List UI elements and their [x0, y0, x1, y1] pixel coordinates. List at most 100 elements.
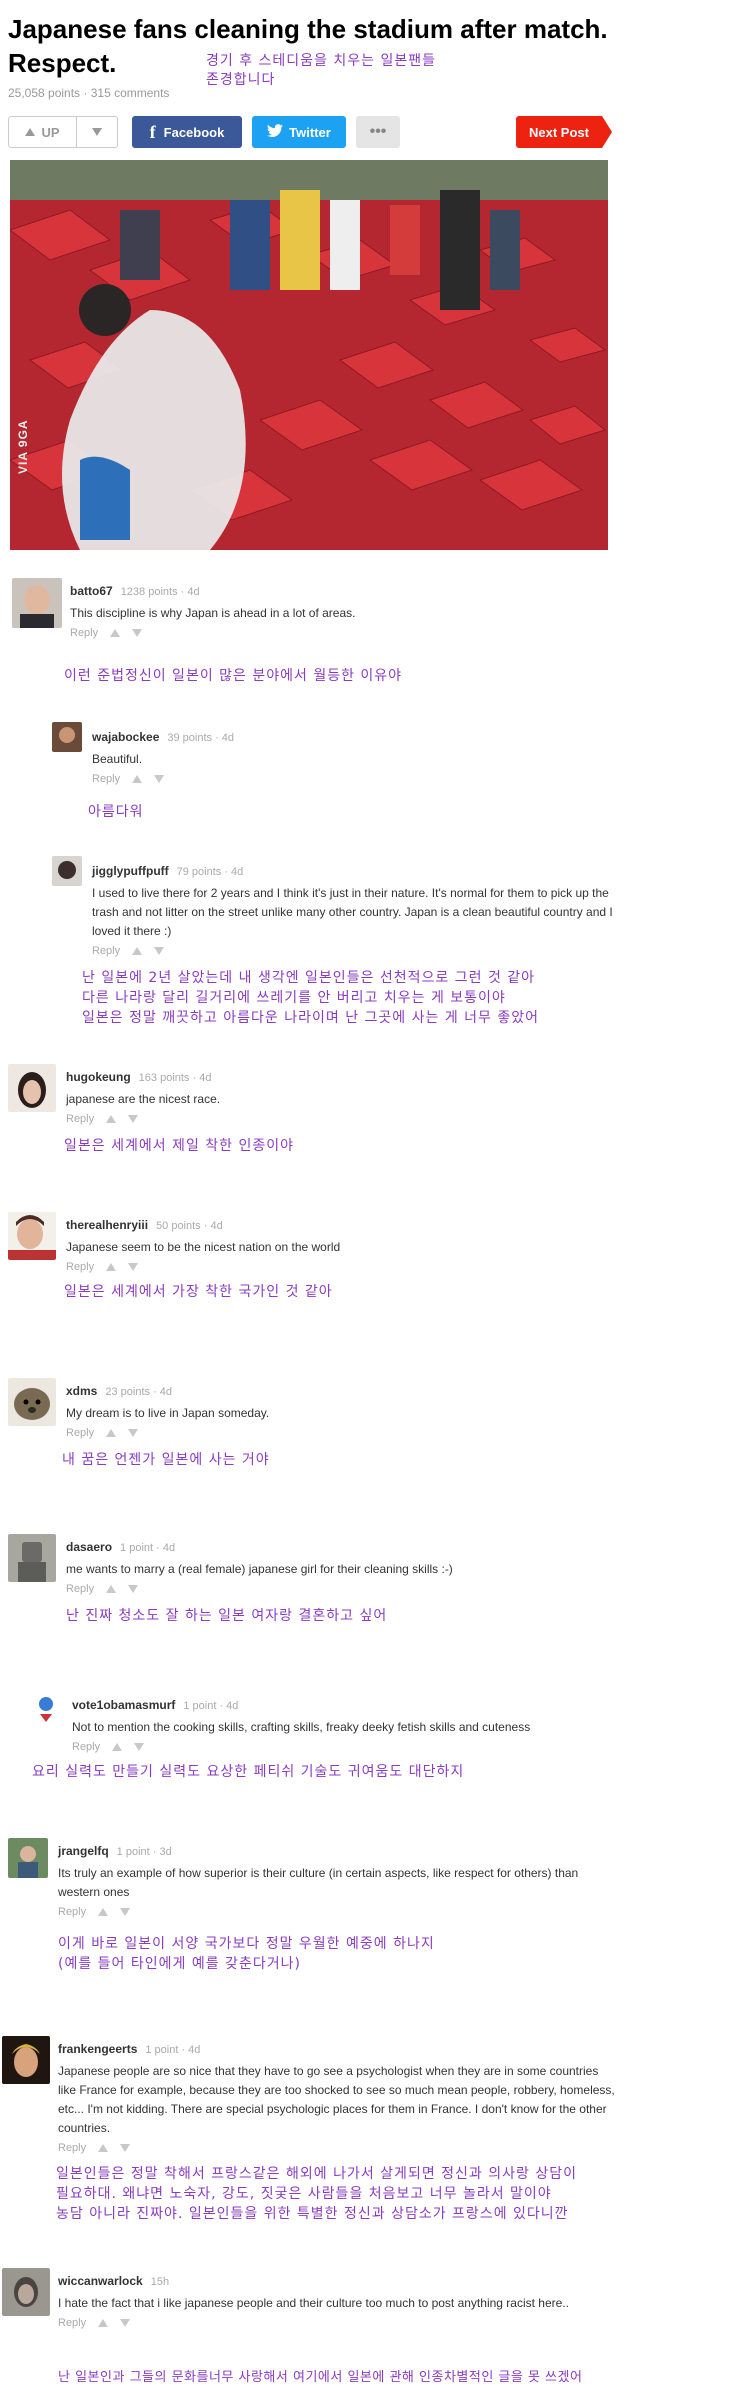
comment-meta: 50 points · 4d: [156, 1220, 223, 1232]
comment-text: I hate the fact that i like japanese peo…: [58, 2296, 569, 2310]
comment-translation: 요리 실력도 만들기 실력도 요상한 페티쉬 기술도 귀여움도 대단하지: [32, 1764, 465, 1780]
user-avatar[interactable]: [32, 1692, 62, 1722]
downvote-arrow-icon[interactable]: [120, 2319, 131, 2327]
downvote-arrow-icon[interactable]: [154, 947, 165, 955]
user-avatar[interactable]: [2, 2036, 50, 2084]
downvote-arrow-icon[interactable]: [134, 1743, 145, 1751]
comment-meta: 163 points · 4d: [138, 1072, 212, 1084]
comment-text: Japanese seem to be the nicest nation on…: [66, 1240, 341, 1254]
upvote-arrow-icon[interactable]: [98, 1908, 109, 1916]
comment-username[interactable]: jigglypuffpuff: [92, 864, 169, 878]
reply-link[interactable]: Reply: [66, 1583, 94, 1595]
downvote-arrow-icon[interactable]: [128, 1429, 139, 1437]
comment-text: me wants to marry a (real female) japane…: [66, 1562, 453, 1576]
comment-username[interactable]: dasaero: [66, 1540, 112, 1554]
upvote-arrow-icon[interactable]: [106, 1263, 117, 1271]
user-avatar[interactable]: [52, 856, 82, 886]
downvote-button[interactable]: [76, 116, 118, 148]
reply-link[interactable]: Reply: [70, 627, 98, 639]
user-avatar[interactable]: [12, 578, 62, 628]
twitter-share-button[interactable]: Twitter: [252, 116, 346, 148]
comment-translation: 일본인들은 정말 착해서 프랑스같은 해외에 나가서 살게되면 정신과 의사랑 …: [56, 2166, 577, 2222]
comment-username[interactable]: frankengeerts: [58, 2042, 137, 2056]
comment-username[interactable]: hugokeung: [66, 1070, 131, 1084]
comment-meta: 1 point · 4d: [120, 1542, 176, 1554]
comment-text: Not to mention the cooking skills, craft…: [72, 1720, 531, 1734]
next-post-button[interactable]: Next Post: [516, 116, 602, 148]
comment-text: My dream is to live in Japan someday.: [66, 1406, 270, 1420]
comment-meta: 1238 points · 4d: [120, 586, 200, 598]
reply-link[interactable]: Reply: [58, 1906, 86, 1918]
downvote-arrow-icon[interactable]: [120, 2144, 131, 2152]
comment-username[interactable]: xdms: [66, 1384, 97, 1398]
comment-translation: 일본은 세계에서 제일 착한 인종이야: [64, 1138, 294, 1154]
upvote-arrow-icon[interactable]: [106, 1585, 117, 1593]
user-avatar[interactable]: [8, 1838, 48, 1878]
comment-translation: 난 진짜 청소도 잘 하는 일본 여자랑 결혼하고 싶어: [66, 1608, 388, 1624]
comment-meta: 39 points · 4d: [167, 732, 235, 744]
comment-text: Beautiful.: [92, 752, 143, 766]
twitter-label: Twitter: [289, 124, 331, 140]
next-post-arrow-tip: [602, 116, 612, 148]
user-avatar[interactable]: [8, 1534, 56, 1582]
user-avatar[interactable]: [2, 2268, 50, 2316]
comment-translation: 일본은 세계에서 가장 착한 국가인 것 같아: [64, 1284, 333, 1300]
comment-translation: 난 일본인과 그들의 문화를너무 사랑해서 여기에서 일본에 관해 인종차별적인…: [58, 2370, 583, 2385]
twitter-bird-icon: [267, 123, 284, 141]
comment-translation: 내 꿈은 언젠가 일본에 사는 거야: [62, 1452, 270, 1468]
comment-meta: 23 points · 4d: [105, 1386, 173, 1398]
reply-link[interactable]: Reply: [66, 1261, 94, 1273]
comment-translation: 난 일본에 2년 살았는데 내 생각엔 일본인들은 선천적으로 그런 것 같아 …: [82, 970, 540, 1026]
comment-username[interactable]: vote1obamasmurf: [72, 1698, 175, 1712]
comment-meta: 1 point · 3d: [116, 1846, 172, 1858]
post-image[interactable]: [10, 160, 608, 550]
comment-username[interactable]: wiccanwarlock: [58, 2274, 143, 2288]
upvote-arrow-icon[interactable]: [106, 1115, 117, 1123]
facebook-icon: f: [149, 121, 156, 142]
upvote-arrow-icon[interactable]: [106, 1429, 117, 1437]
post-meta: 25,058 points · 315 comments: [8, 86, 170, 100]
comment-username[interactable]: jrangelfq: [58, 1844, 109, 1858]
comment-username[interactable]: therealhenryiii: [66, 1218, 148, 1232]
comment-text: I used to live there for 2 years and I t…: [92, 886, 613, 938]
user-avatar[interactable]: [8, 1378, 56, 1426]
reply-link[interactable]: Reply: [58, 2317, 86, 2329]
upvote-label: UP: [41, 124, 60, 140]
upvote-arrow-icon[interactable]: [132, 775, 143, 783]
comment-text: This discipline is why Japan is ahead in…: [70, 606, 356, 620]
upvote-arrow-icon[interactable]: [98, 2144, 109, 2152]
downvote-arrow-icon[interactable]: [128, 1115, 139, 1123]
user-avatar[interactable]: [8, 1212, 56, 1260]
reply-link[interactable]: Reply: [72, 1741, 100, 1753]
upvote-arrow-icon[interactable]: [98, 2319, 109, 2327]
reply-link[interactable]: Reply: [58, 2142, 86, 2154]
downvote-arrow-icon[interactable]: [132, 629, 143, 637]
downvote-arrow-icon[interactable]: [128, 1585, 139, 1593]
comment-username[interactable]: wajabockee: [92, 730, 159, 744]
facebook-label: Facebook: [163, 124, 225, 140]
user-avatar[interactable]: [52, 722, 82, 752]
downvote-arrow-icon[interactable]: [120, 1908, 131, 1916]
upvote-arrow-icon[interactable]: [110, 629, 121, 637]
comment-text: Japanese people are so nice that they ha…: [58, 2064, 615, 2135]
arrow-down-icon: [92, 128, 102, 136]
comment-username[interactable]: batto67: [70, 584, 113, 598]
comment-meta: 1 point · 4d: [183, 1700, 239, 1712]
comment-translation: 이런 준법정신이 일본이 많은 분야에서 월등한 이유야: [64, 668, 403, 684]
downvote-arrow-icon[interactable]: [154, 775, 165, 783]
reply-link[interactable]: Reply: [92, 773, 120, 785]
arrow-up-icon: [25, 128, 36, 136]
downvote-arrow-icon[interactable]: [128, 1263, 139, 1271]
post-title-translation: 경기 후 스테디움을 치우는 일본팬들 존경합니다: [206, 53, 436, 88]
upvote-button[interactable]: UP: [8, 116, 76, 148]
upvote-arrow-icon[interactable]: [112, 1743, 123, 1751]
user-avatar[interactable]: [8, 1064, 56, 1112]
reply-link[interactable]: Reply: [66, 1113, 94, 1125]
comment-translation: 이게 바로 일본이 서양 국가보다 정말 우월한 예중에 하나지 (예를 들어 …: [58, 1936, 435, 1972]
more-options-button[interactable]: •••: [356, 116, 400, 148]
reply-link[interactable]: Reply: [92, 945, 120, 957]
facebook-share-button[interactable]: f Facebook: [132, 116, 242, 148]
comment-meta: 15h: [150, 2276, 170, 2288]
reply-link[interactable]: Reply: [66, 1427, 94, 1439]
upvote-arrow-icon[interactable]: [132, 947, 143, 955]
